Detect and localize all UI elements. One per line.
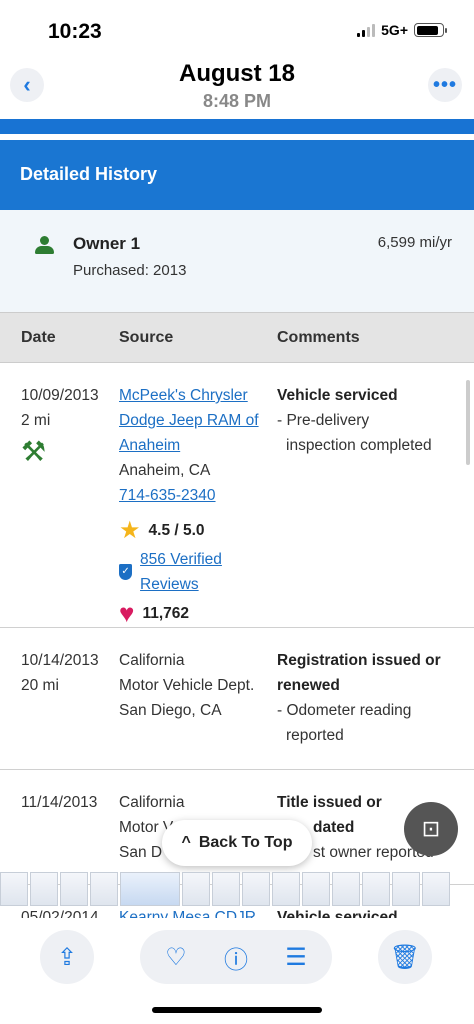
home-indicator (152, 1007, 322, 1013)
status-time: 10:23 (48, 20, 102, 43)
row-source-cell: California Motor Vehicle Dept. San Diego… (119, 648, 275, 723)
photo-actions-group: ♡ ⓘ ☰ (140, 930, 332, 984)
thumbnail[interactable] (392, 872, 420, 906)
more-button[interactable]: ••• (428, 68, 462, 102)
comment-title: Registration issued or (277, 652, 441, 669)
chevron-up-icon: ^ (181, 834, 191, 851)
source-line: Motor Vehicle Dept. (119, 677, 255, 694)
bottom-toolbar: ⇪ ♡ ⓘ ☰ 🗑 (0, 918, 474, 1024)
row-source-cell: McPeek's Chrysler Dodge Jeep RAM of Anah… (119, 383, 275, 626)
source-line: California (119, 794, 185, 811)
row-date-cell: 10/09/2013 2 mi ⚒ (21, 383, 99, 467)
row-date: 10/09/2013 (21, 387, 99, 404)
dealer-favorites: ♥ 11,762 (119, 598, 275, 628)
header-comments: Comments (277, 328, 360, 346)
favorites-count: 11,762 (142, 605, 189, 622)
row-date: 10/14/2013 (21, 652, 99, 669)
reviews-link[interactable]: 856 Verified Reviews (140, 547, 275, 597)
dealer-phone-link[interactable]: 714-635-2340 (119, 483, 275, 508)
thumbnail[interactable] (242, 872, 270, 906)
dealer-link[interactable]: McPeek's Chrysler Dodge Jeep RAM of Anah… (119, 383, 275, 458)
sliders-icon: ☰ (285, 943, 307, 971)
row-date-cell: 10/14/2013 20 mi (21, 648, 99, 698)
owner-purchased: Purchased: 2013 (73, 262, 187, 279)
comment-line: - Odometer reading (277, 702, 412, 719)
verified-shield-icon: ✓ (119, 564, 133, 580)
thumbnail[interactable] (212, 872, 240, 906)
comment-line: inspection completed (286, 437, 432, 454)
scrollbar[interactable] (466, 380, 470, 465)
info-icon: ⓘ (224, 946, 248, 974)
heart-icon: ♥ (119, 598, 135, 628)
table-row: 10/09/2013 2 mi ⚒ McPeek's Chrysler Dodg… (0, 363, 474, 628)
heart-icon: ♡ (165, 943, 187, 971)
battery-icon (414, 23, 447, 37)
info-button[interactable]: ⓘ (216, 942, 256, 974)
thumbnail[interactable] (0, 872, 28, 906)
comment-title: renewed (277, 677, 340, 694)
status-indicators: 5G+ (357, 22, 447, 38)
delete-button[interactable]: 🗑 (378, 930, 432, 984)
text-scan-icon: ⊡ (421, 816, 441, 841)
source-line: California (119, 652, 185, 669)
share-icon: ⇪ (56, 943, 78, 971)
page-title: August 18 (178, 60, 295, 87)
live-text-button[interactable]: ⊡ (404, 802, 458, 856)
comment-line: reported (286, 727, 344, 744)
comment-line: - Pre-delivery (277, 412, 370, 429)
adjust-button[interactable]: ☰ (276, 942, 316, 972)
dealer-location: Anaheim, CA (119, 462, 211, 479)
dealer-name-line: Anaheim (119, 437, 181, 454)
star-icon: ★ (119, 517, 141, 544)
table-row: 10/14/2013 20 mi California Motor Vehicl… (0, 628, 474, 770)
row-comments-cell: Registration issued or renewed - Odomete… (277, 648, 457, 748)
thumbnail[interactable] (362, 872, 390, 906)
rating-value: 4.5 / 5.0 (148, 522, 205, 539)
back-to-top-button[interactable]: ^ Back To Top (162, 820, 312, 866)
network-label: 5G+ (381, 22, 408, 38)
thumbnail-selected[interactable] (120, 872, 180, 906)
trash-icon: 🗑 (389, 943, 421, 971)
owner-summary: Owner 1 Purchased: 2013 6,599 mi/yr (0, 210, 474, 313)
owner-name: Owner 1 (73, 234, 141, 253)
dealer-name-line: McPeek's Chrysler (119, 387, 248, 404)
back-to-top-label: Back To Top (198, 834, 293, 851)
row-date: 11/14/2013 (21, 794, 98, 811)
signal-icon (357, 23, 376, 37)
dealer-rating: ★ 4.5 / 5.0 (119, 518, 275, 543)
share-button[interactable]: ⇪ (40, 930, 94, 984)
thumbnail[interactable] (182, 872, 210, 906)
row-mileage: 2 mi (21, 412, 51, 429)
ellipsis-icon: ••• (432, 73, 457, 96)
service-tools-icon: ⚒ (21, 436, 47, 467)
person-icon (34, 236, 54, 256)
thumbnail[interactable] (272, 872, 300, 906)
thumbnail[interactable] (90, 872, 118, 906)
thumbnail[interactable] (30, 872, 58, 906)
header-source: Source (119, 328, 174, 346)
thumbnail[interactable] (332, 872, 360, 906)
section-title: Detailed History (0, 140, 474, 210)
thumbnail-strip[interactable] (0, 872, 474, 906)
row-date-cell: 11/14/2013 (21, 790, 97, 815)
history-content[interactable]: Detailed History Owner 1 Purchased: 2013… (0, 140, 474, 920)
source-line: San Diego, CA (119, 702, 222, 719)
thumbnail[interactable] (302, 872, 330, 906)
row-comments-cell: Vehicle serviced - Pre-delivery inspecti… (277, 383, 457, 458)
header-date: Date (21, 328, 56, 346)
owner-mileage: 6,599 mi/yr (377, 234, 452, 251)
photo-header: ‹ August 18 8:48 PM ••• (0, 56, 474, 116)
thumbnail[interactable] (422, 872, 450, 906)
dealer-name-line: Dodge Jeep RAM of (119, 412, 259, 429)
status-bar: 10:23 5G+ (0, 0, 474, 56)
thumbnail[interactable] (60, 872, 88, 906)
top-accent-strip (0, 119, 474, 134)
table-header: Date Source Comments (0, 313, 474, 363)
row-mileage: 20 mi (21, 677, 59, 694)
dealer-reviews: ✓ 856 Verified Reviews (119, 547, 275, 597)
favorite-button[interactable]: ♡ (156, 942, 196, 972)
page-subtitle: 8:48 PM (202, 91, 272, 111)
comment-title: Vehicle serviced (277, 387, 398, 404)
